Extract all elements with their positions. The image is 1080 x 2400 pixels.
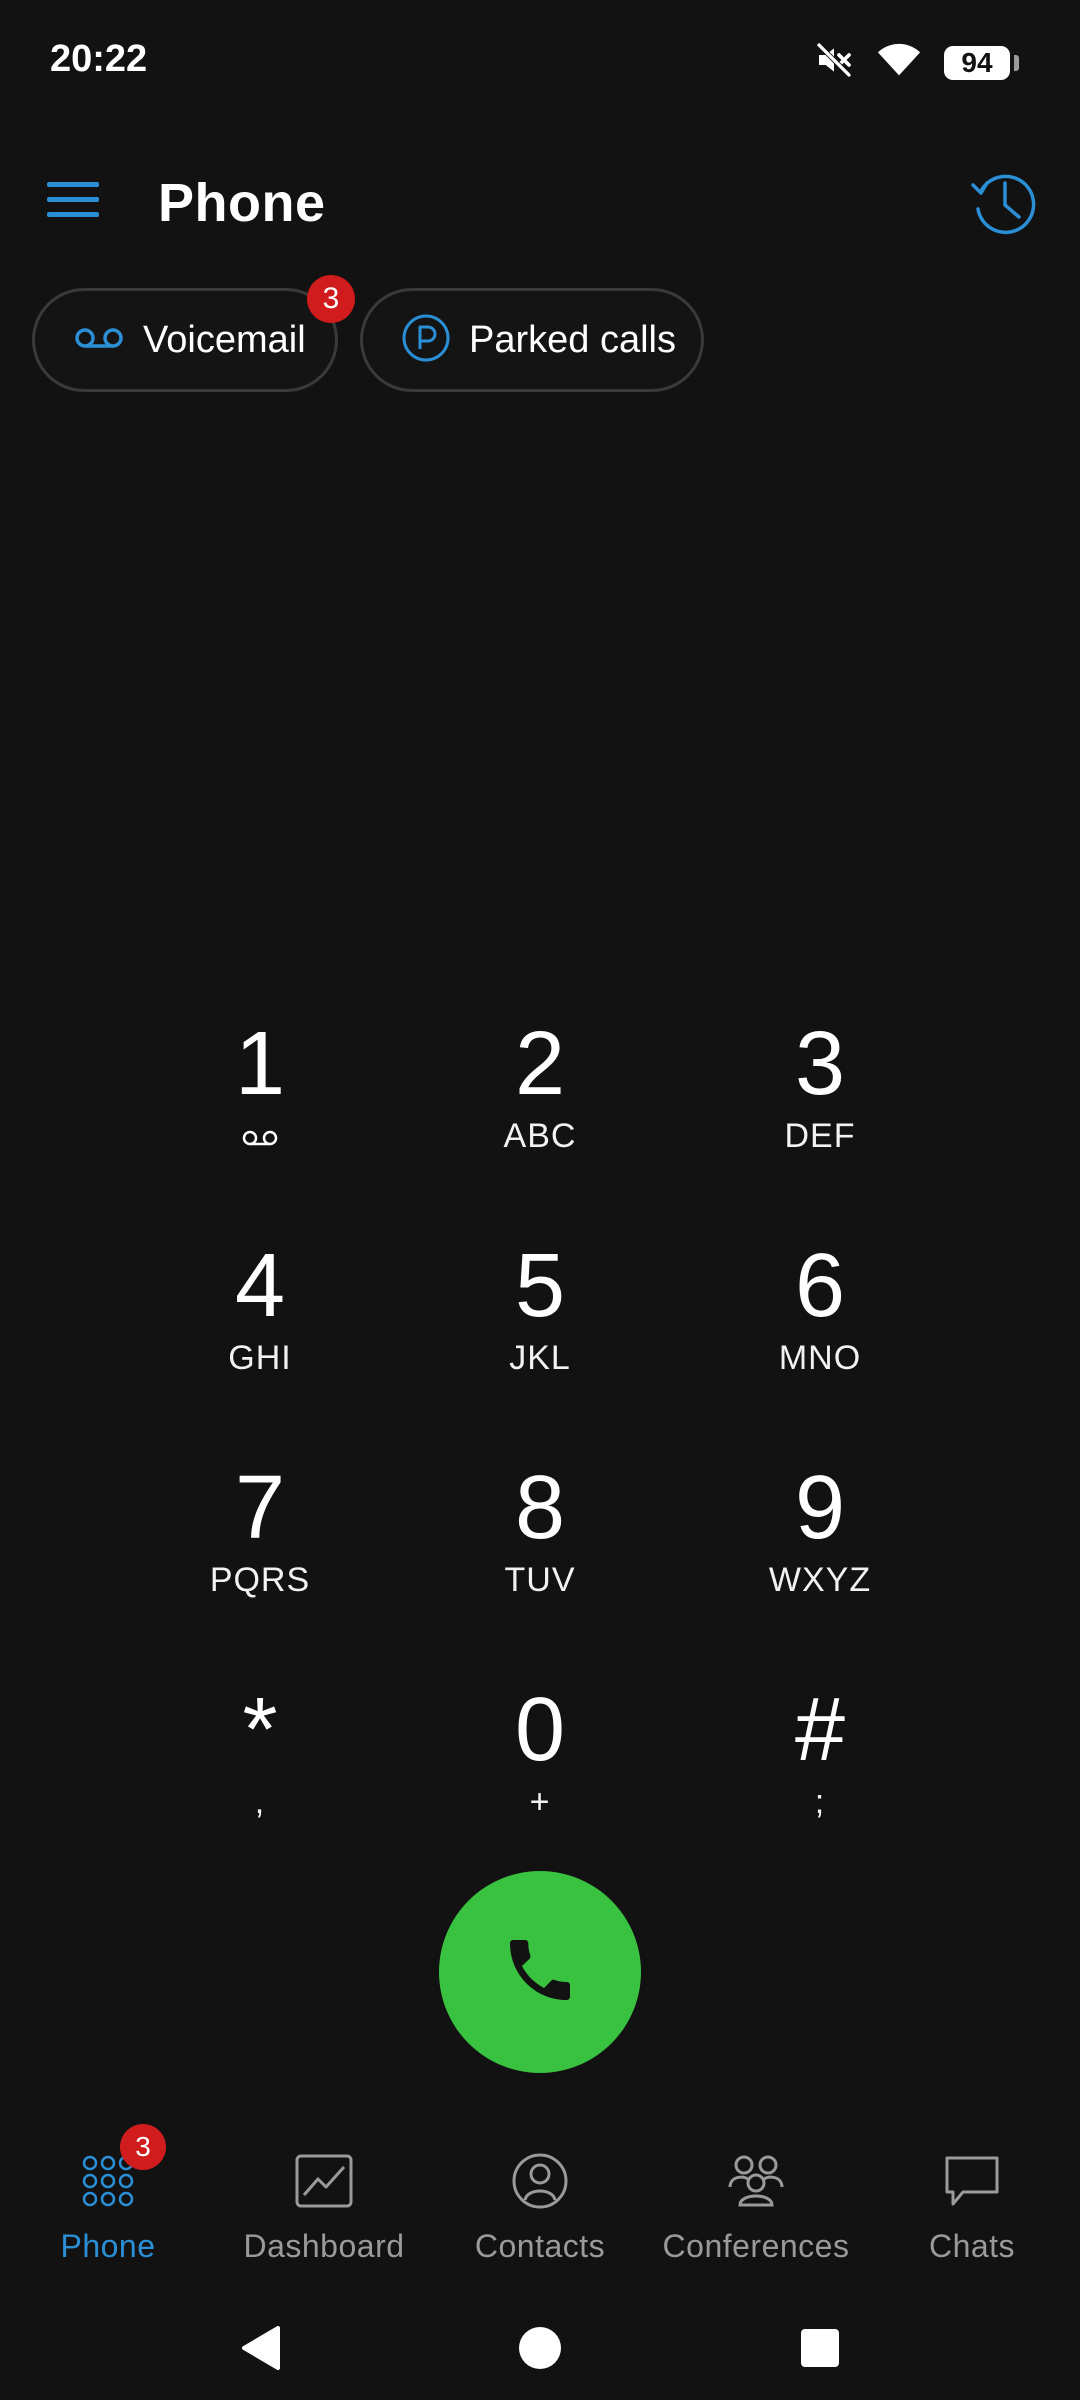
mute-icon: [814, 40, 854, 85]
nav-label: Phone: [60, 2228, 156, 2264]
app-bar: Phone: [0, 150, 1080, 260]
dialpad-key-1[interactable]: 1: [120, 1000, 400, 1222]
bottom-navigation: Phone 3 Dashboard Contacts Conferences C…: [0, 2120, 1080, 2280]
key-digit: 7: [234, 1458, 286, 1558]
nav-label: Contacts: [474, 2228, 606, 2264]
dialpad-key-3[interactable]: 3 DEF: [680, 1000, 960, 1222]
nav-item-contacts[interactable]: Contacts: [432, 2120, 648, 2280]
key-letters: +: [529, 1783, 551, 1821]
nav-label: Chats: [928, 2228, 1016, 2264]
dialpad-key-8[interactable]: 8 TUV: [400, 1444, 680, 1666]
battery-icon: 94: [944, 45, 1019, 80]
system-back-button[interactable]: [220, 2310, 300, 2390]
dialpad-key-star[interactable]: * ,: [120, 1666, 400, 1888]
chat-bubble-icon: [927, 2146, 1017, 2216]
menu-button[interactable]: [38, 172, 108, 232]
key-letters: PQRS: [209, 1561, 311, 1599]
phone-nav-badge: 3: [120, 2124, 166, 2170]
nav-label: Dashboard: [243, 2228, 405, 2264]
voicemail-chip-label: Voicemail: [143, 318, 306, 361]
phone-handset-icon: [500, 1930, 580, 2015]
nav-label: Conferences: [662, 2228, 850, 2264]
system-navigation-bar: [0, 2290, 1080, 2400]
nav-item-chats[interactable]: Chats: [864, 2120, 1080, 2280]
key-digit: 6: [794, 1236, 846, 1336]
dialpad-key-6[interactable]: 6 MNO: [680, 1222, 960, 1444]
key-letters: DEF: [784, 1117, 856, 1155]
voicemail-chip[interactable]: Voicemail 3: [32, 275, 355, 392]
group-people-icon: [711, 2146, 801, 2216]
call-button[interactable]: [439, 1871, 641, 2073]
dialpad-key-hash[interactable]: # ;: [680, 1666, 960, 1888]
voicemail-icon: [73, 325, 125, 356]
recents-square-icon: [799, 2327, 841, 2374]
key-digit: 3: [794, 1014, 846, 1114]
key-letters: ,: [254, 1783, 266, 1821]
voicemail-icon: [240, 1116, 280, 1160]
key-digit: 8: [514, 1458, 566, 1558]
system-recents-button[interactable]: [780, 2310, 860, 2390]
key-letters: ABC: [503, 1117, 577, 1155]
nav-item-conferences[interactable]: Conferences: [648, 2120, 864, 2280]
dashboard-chart-icon: [279, 2146, 369, 2216]
key-digit: 1: [234, 1014, 286, 1114]
key-digit: 5: [514, 1236, 566, 1336]
status-bar: 20:22 94: [0, 0, 1080, 120]
dialpad-key-0[interactable]: 0 +: [400, 1666, 680, 1888]
dialpad: 1 2 ABC 3 DEF 4 GHI 5 JKL 6 MNO 7 PQRS 8…: [120, 1000, 960, 1880]
nav-item-phone[interactable]: Phone 3: [0, 2120, 216, 2280]
clock-history-icon: [969, 169, 1039, 244]
battery-level: 94: [961, 46, 993, 78]
dialpad-key-5[interactable]: 5 JKL: [400, 1222, 680, 1444]
dialpad-key-7[interactable]: 7 PQRS: [120, 1444, 400, 1666]
back-triangle-icon: [238, 2324, 282, 2377]
contact-person-icon: [495, 2146, 585, 2216]
key-digit: 4: [234, 1236, 286, 1336]
key-digit: 9: [794, 1458, 846, 1558]
key-digit: 0: [514, 1680, 566, 1780]
key-letters: WXYZ: [768, 1561, 872, 1599]
status-icons: 94: [814, 40, 1019, 85]
system-home-button[interactable]: [500, 2310, 580, 2390]
key-digit: #: [794, 1680, 846, 1780]
call-history-button[interactable]: [964, 166, 1044, 246]
dialpad-key-4[interactable]: 4 GHI: [120, 1222, 400, 1444]
page-title: Phone: [158, 173, 326, 233]
home-circle-icon: [517, 2325, 563, 2376]
key-letters: MNO: [778, 1339, 862, 1377]
dialpad-key-2[interactable]: 2 ABC: [400, 1000, 680, 1222]
wifi-icon: [876, 40, 922, 85]
voicemail-badge: 3: [307, 275, 355, 323]
dialpad-key-9[interactable]: 9 WXYZ: [680, 1444, 960, 1666]
parking-icon: [401, 313, 451, 368]
key-digit: *: [242, 1680, 278, 1780]
parked-calls-chip-label: Parked calls: [469, 318, 676, 361]
status-time: 20:22: [50, 38, 148, 80]
key-letters: GHI: [228, 1339, 292, 1377]
key-letters: JKL: [509, 1339, 571, 1377]
key-digit: 2: [514, 1014, 566, 1114]
parked-calls-chip[interactable]: Parked calls: [360, 288, 704, 392]
key-letters: ;: [814, 1783, 826, 1821]
hamburger-menu-icon: [47, 180, 99, 225]
nav-item-dashboard[interactable]: Dashboard: [216, 2120, 432, 2280]
key-letters: TUV: [504, 1561, 576, 1599]
